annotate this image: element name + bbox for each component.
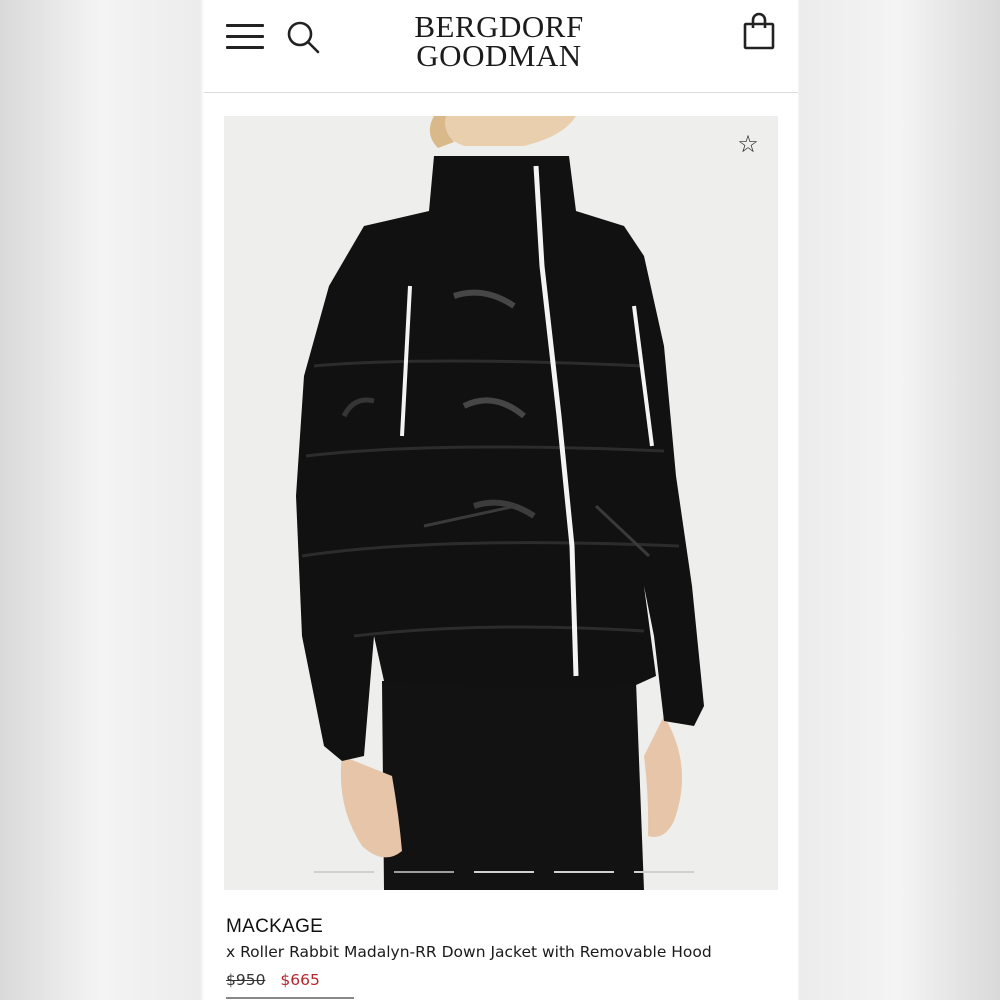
jacket-photo [296,116,704,890]
pagination-dot[interactable] [474,871,534,873]
image-pagination[interactable] [314,871,694,875]
divider [226,997,354,999]
search-button[interactable] [286,20,322,56]
logo-line-1: BERGDORF [414,9,584,44]
favorite-star-icon[interactable]: ☆ [734,130,762,158]
product-name[interactable]: x Roller Rabbit Madalyn-RR Down Jacket w… [226,943,712,961]
brand-logo[interactable]: BERGDORF GOODMAN [394,9,604,73]
shopping-bag-icon [743,12,775,50]
pagination-dot[interactable] [314,871,374,873]
hamburger-menu-icon [226,24,264,27]
logo-line-2: GOODMAN [416,38,582,73]
product-page: BERGDORF GOODMAN ☆ MACKAGE x Roller Rabb… [204,0,798,1000]
pagination-dot-active[interactable] [394,871,454,873]
product-brand[interactable]: MACKAGE [226,916,323,938]
pagination-dot[interactable] [554,871,614,873]
product-image[interactable]: ☆ [224,116,778,890]
search-icon [287,21,320,54]
shopping-bag-button[interactable] [742,12,778,52]
original-price: $950 [226,971,266,989]
site-header: BERGDORF GOODMAN [204,0,798,93]
sale-price: $665 [280,971,320,989]
menu-button[interactable] [226,22,266,50]
pagination-dot[interactable] [634,871,694,873]
product-prices: $950 $665 [226,971,320,989]
